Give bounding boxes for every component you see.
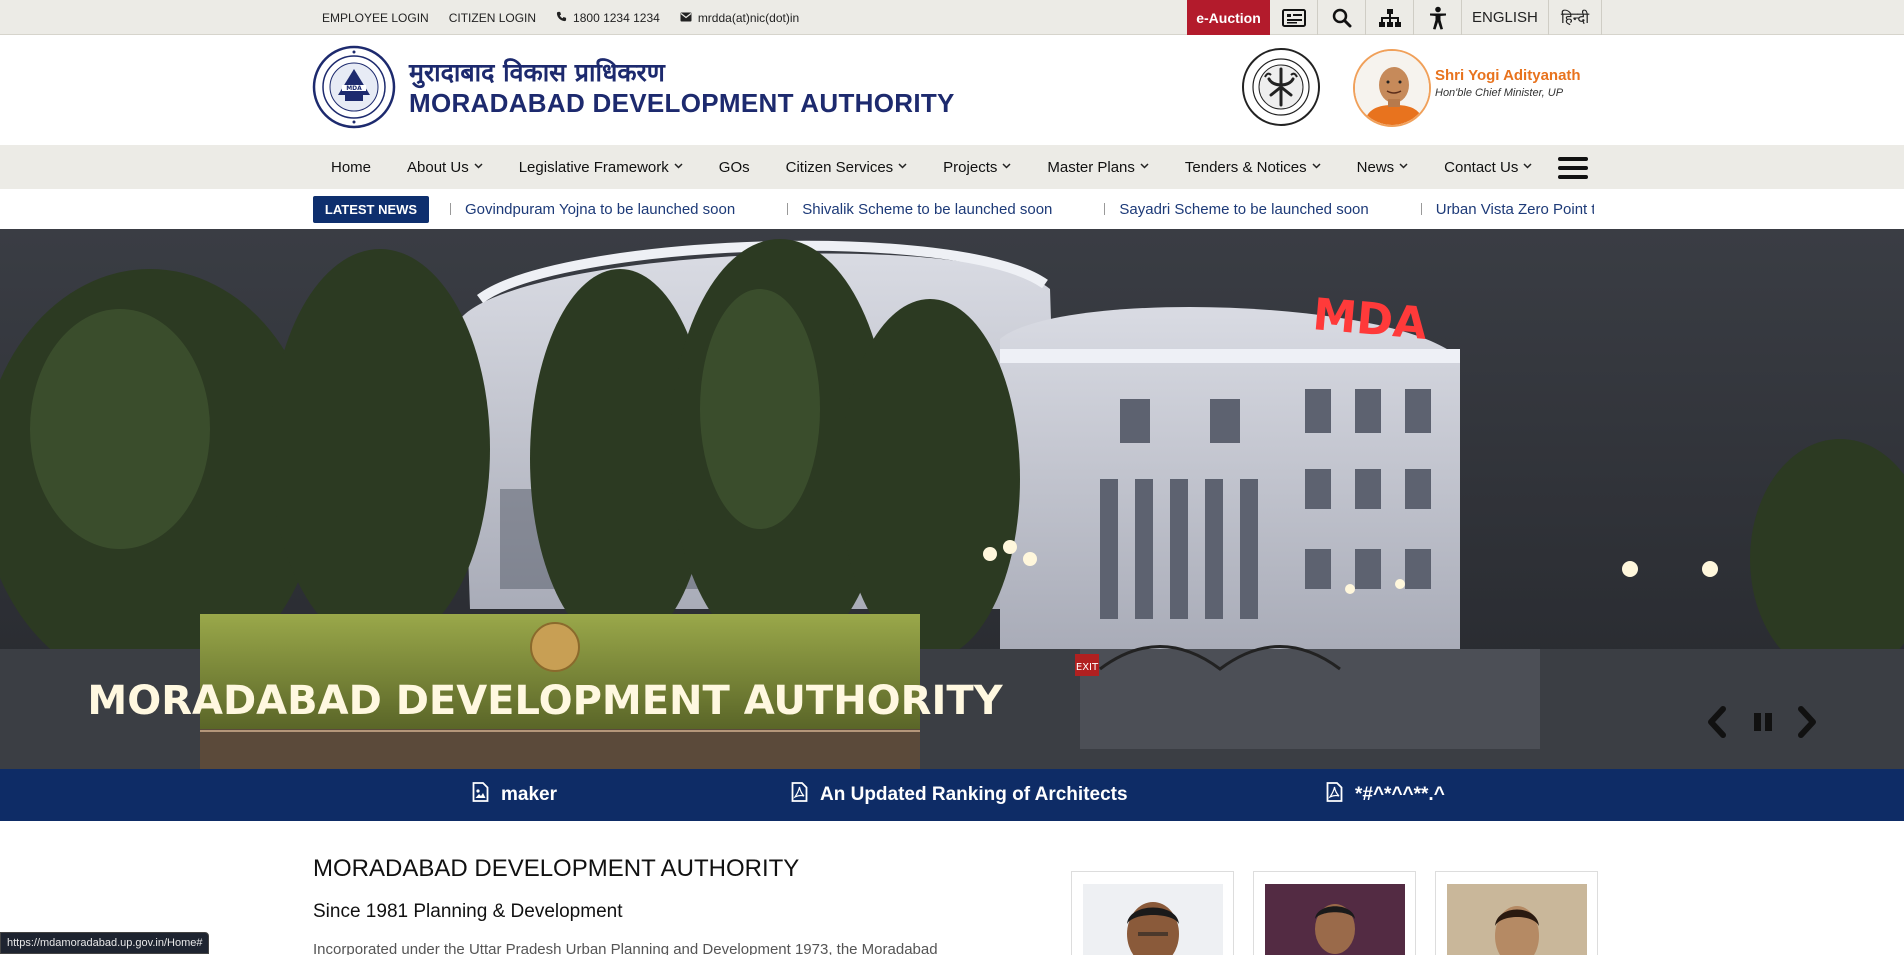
site-title-english: MORADABAD DEVELOPMENT AUTHORITY xyxy=(409,88,955,118)
nav-item-citizen-services[interactable]: Citizen Services xyxy=(768,145,926,189)
about-subtitle: Since 1981 Planning & Development xyxy=(313,901,623,922)
quick-link-architects-ranking[interactable]: An Updated Ranking of Architects xyxy=(791,769,1128,821)
pdf-file-icon xyxy=(791,782,808,808)
language-english[interactable]: ENGLISH xyxy=(1462,0,1549,35)
site-header: MDA मुरादाबाद विकास प्राधिकरण MORADABAD … xyxy=(0,35,1904,145)
nav-item-news[interactable]: News xyxy=(1339,145,1427,189)
nav-item-master-plans[interactable]: Master Plans xyxy=(1029,145,1167,189)
hero-exit-text: EXIT xyxy=(1076,662,1099,673)
ticker-separator xyxy=(1104,203,1106,215)
ticker-separator xyxy=(450,203,451,215)
slider-prev-icon[interactable] xyxy=(1703,705,1731,739)
phone-info[interactable]: 1800 1234 1234 xyxy=(546,0,670,35)
ticker-track: Govindpuram Yojna to be launched soon Shi… xyxy=(450,189,1594,229)
image-file-icon xyxy=(472,782,489,808)
ticker-news-item[interactable]: Urban Vista Zero Point to be launched so… xyxy=(1420,201,1594,218)
official-card[interactable] xyxy=(1071,871,1234,955)
chevron-down-icon xyxy=(674,161,683,172)
official-photo xyxy=(1265,884,1405,955)
hero-sign-text: MORADABAD DEVELOPMENT AUTHORITY xyxy=(87,678,1003,724)
nav-item-gos[interactable]: GOs xyxy=(701,145,768,189)
hero-neon-text: MDA xyxy=(1311,289,1429,350)
official-photo xyxy=(1447,884,1587,955)
top-utility-bar: EMPLOYEE LOGIN CITIZEN LOGIN 1800 1234 1… xyxy=(0,0,1904,35)
about-paragraph: Incorporated under the Uttar Pradesh Urb… xyxy=(313,941,938,955)
official-card[interactable] xyxy=(1435,871,1598,955)
up-government-seal-icon xyxy=(1241,47,1321,127)
official-photo xyxy=(1083,884,1223,955)
slider-next-icon[interactable] xyxy=(1793,705,1821,739)
ticker-separator xyxy=(1420,203,1422,215)
slider-pause-icon[interactable] xyxy=(1750,709,1776,735)
phone-icon xyxy=(556,11,567,25)
nav-item-contact-us[interactable]: Contact Us xyxy=(1426,145,1550,189)
pdf-file-icon xyxy=(1326,782,1343,808)
chief-minister-name: Shri Yogi Adityanath xyxy=(1435,67,1581,84)
eauction-button[interactable]: e-Auction xyxy=(1187,0,1270,35)
ticker-news-item[interactable]: Govindpuram Yojna to be launched soon xyxy=(450,201,735,218)
chief-minister-role: Hon'ble Chief Minister, UP xyxy=(1435,87,1564,99)
citizen-login-link[interactable]: CITIZEN LOGIN xyxy=(439,0,546,35)
mail-icon xyxy=(680,11,692,25)
phone-number: 1800 1234 1234 xyxy=(573,10,660,25)
search-icon[interactable] xyxy=(1318,0,1366,35)
nav-item-tenders-notices[interactable]: Tenders & Notices xyxy=(1167,145,1339,189)
hero-image: MDA MORADABAD DEVELOPMENT AUTHORITY EXIT xyxy=(0,229,1904,769)
mda-logo[interactable]: MDA xyxy=(312,45,396,129)
chevron-down-icon xyxy=(1523,161,1532,172)
hero-slider: MDA MORADABAD DEVELOPMENT AUTHORITY EXIT xyxy=(0,229,1904,769)
latest-news-label: LATEST NEWS xyxy=(313,196,429,223)
chief-minister-photo xyxy=(1353,49,1431,127)
site-title-hindi: मुरादाबाद विकास प्राधिकरण xyxy=(409,58,665,87)
email-info[interactable]: mrdda(at)nic(dot)in xyxy=(670,0,809,35)
browser-status-url: https://mdamoradabad.up.gov.in/Home# xyxy=(0,932,210,954)
hamburger-menu-icon[interactable] xyxy=(1558,157,1588,179)
employee-login-link[interactable]: EMPLOYEE LOGIN xyxy=(313,0,439,35)
page: EMPLOYEE LOGIN CITIZEN LOGIN 1800 1234 1… xyxy=(0,0,1904,955)
ticker-separator xyxy=(787,203,789,215)
screen-reader-icon[interactable] xyxy=(1270,0,1318,35)
nav-item-projects[interactable]: Projects xyxy=(925,145,1029,189)
about-title: MORADABAD DEVELOPMENT AUTHORITY xyxy=(313,855,800,882)
about-section: MORADABAD DEVELOPMENT AUTHORITY Since 19… xyxy=(0,821,1904,955)
chevron-down-icon xyxy=(898,161,907,172)
nav-item-legislative-framework[interactable]: Legislative Framework xyxy=(501,145,701,189)
ticker-news-item[interactable]: Sayadri Scheme to be launched soon xyxy=(1104,201,1369,218)
nav-item-home[interactable]: Home xyxy=(313,145,389,189)
quick-link-file-3[interactable]: *#^*^^**.^ xyxy=(1326,769,1445,821)
email-address: mrdda(at)nic(dot)in xyxy=(697,10,800,25)
accessibility-icon[interactable] xyxy=(1414,0,1462,35)
language-hindi[interactable]: हिन्दी xyxy=(1549,0,1603,35)
chevron-down-icon xyxy=(474,161,483,172)
svg-text:MDA: MDA xyxy=(346,85,362,92)
main-navigation: Home About Us Legislative Framework GOs Citi… xyxy=(0,145,1904,189)
chevron-down-icon xyxy=(1312,161,1321,172)
chevron-down-icon xyxy=(1002,161,1011,172)
ticker-news-item[interactable]: Shivalik Scheme to be launched soon xyxy=(787,201,1052,218)
official-card[interactable] xyxy=(1253,871,1416,955)
quick-links-strip: maker An Updated Ranking of Architects *… xyxy=(0,769,1904,821)
news-ticker: LATEST NEWS Govindpuram Yojna to be laun… xyxy=(0,189,1904,229)
chevron-down-icon xyxy=(1140,161,1149,172)
chevron-down-icon xyxy=(1399,161,1408,172)
nav-item-about-us[interactable]: About Us xyxy=(389,145,501,189)
sitemap-icon[interactable] xyxy=(1366,0,1414,35)
quick-link-maker[interactable]: maker xyxy=(472,769,557,821)
